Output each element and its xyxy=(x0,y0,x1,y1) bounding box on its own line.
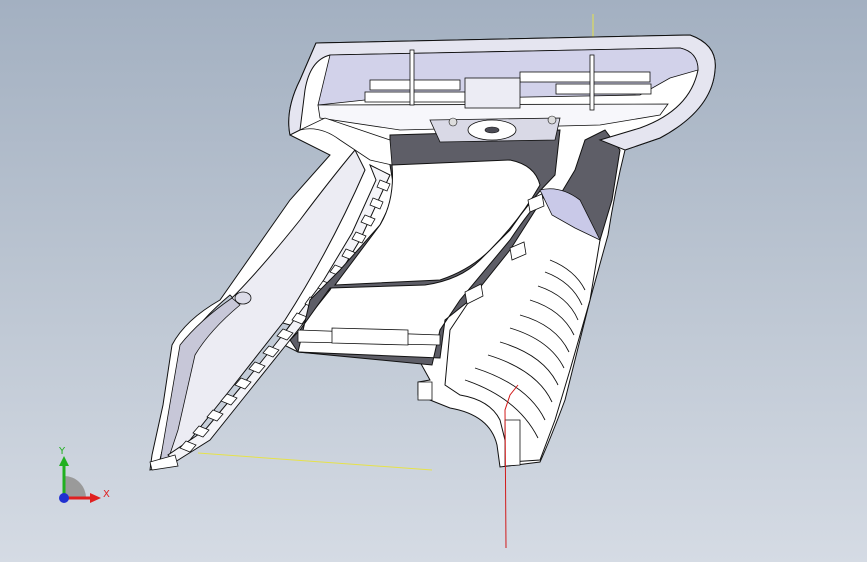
screw-boss-left xyxy=(448,117,458,127)
part-model-view[interactable] xyxy=(0,0,867,562)
reference-triad: Y X xyxy=(58,446,110,503)
bottom-foot-left xyxy=(417,381,433,401)
y-axis-label: Y xyxy=(58,446,66,457)
left-boss xyxy=(234,291,252,305)
x-axis-arrow xyxy=(90,493,101,503)
sketch-line-diagonal xyxy=(197,452,433,471)
3d-viewport[interactable]: Y X xyxy=(0,0,867,562)
screw-boss-right xyxy=(547,115,557,125)
bottom-foot-right xyxy=(504,419,521,467)
y-axis-arrow xyxy=(59,456,69,466)
floor-tab xyxy=(331,327,409,346)
z-axis-dot xyxy=(59,493,69,503)
x-axis-label: X xyxy=(103,489,110,500)
center-hole xyxy=(484,126,500,134)
